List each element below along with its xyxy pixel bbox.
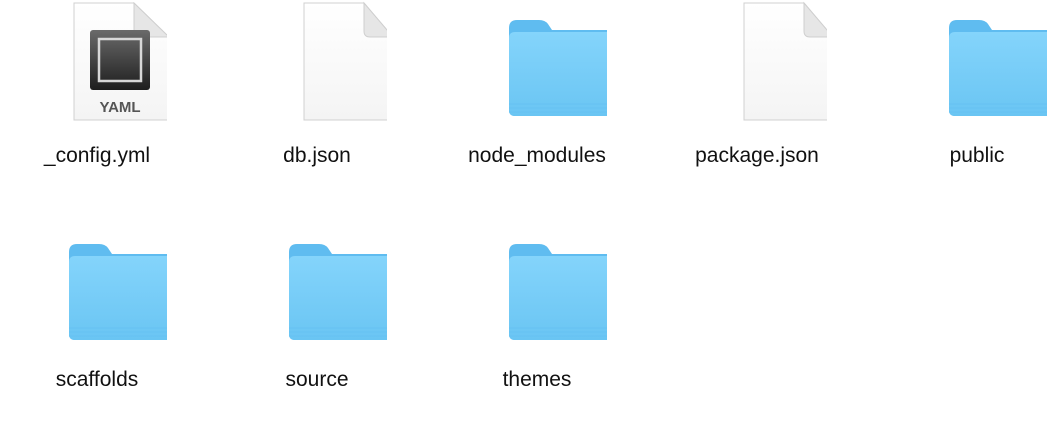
folder-name-label: source bbox=[285, 368, 349, 391]
file-name-label: _config.yml bbox=[43, 144, 151, 167]
folder-item-themes[interactable]: themes bbox=[437, 224, 637, 424]
folder-item-node-modules[interactable]: node_modules bbox=[437, 0, 637, 200]
folder-icon bbox=[907, 0, 1047, 130]
document-icon bbox=[687, 0, 827, 130]
folder-icon bbox=[247, 224, 387, 354]
folder-icon bbox=[27, 224, 167, 354]
file-item-db-json[interactable]: db.json bbox=[217, 0, 417, 200]
file-name-label: db.json bbox=[283, 144, 351, 167]
folder-item-public[interactable]: public bbox=[877, 0, 1060, 200]
finder-icon-grid: YAML _config.yml db.json node_modules pa… bbox=[0, 0, 1060, 422]
folder-name-label: scaffolds bbox=[55, 368, 139, 391]
folder-icon bbox=[467, 224, 607, 354]
file-item-package-json[interactable]: package.json bbox=[657, 0, 857, 200]
folder-name-label: node_modules bbox=[468, 144, 606, 167]
svg-text:YAML: YAML bbox=[99, 99, 140, 116]
file-item-config-yml[interactable]: YAML _config.yml bbox=[0, 0, 197, 200]
document-icon bbox=[247, 0, 387, 130]
folder-item-source[interactable]: source bbox=[217, 224, 417, 424]
folder-name-label: themes bbox=[502, 368, 572, 391]
folder-item-scaffolds[interactable]: scaffolds bbox=[0, 224, 197, 424]
folder-icon bbox=[467, 0, 607, 130]
file-name-label: package.json bbox=[695, 144, 819, 167]
folder-name-label: public bbox=[949, 144, 1005, 167]
yaml-file-icon: YAML bbox=[27, 0, 167, 130]
